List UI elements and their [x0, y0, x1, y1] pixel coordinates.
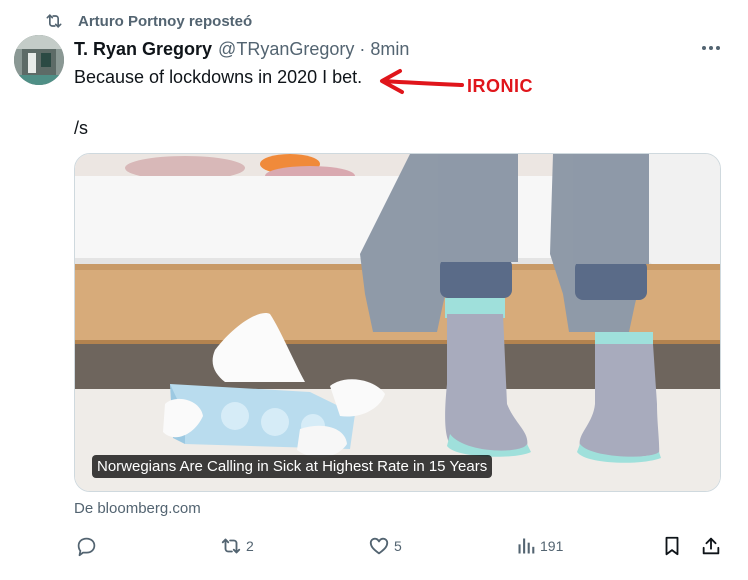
tweet-text-line1: Because of lockdowns in 2020 I bet.: [74, 67, 363, 87]
like-count: 5: [394, 538, 402, 554]
share-icon: [702, 537, 720, 555]
repost-icon: [221, 538, 241, 554]
reply-icon: [77, 537, 96, 556]
avatar[interactable]: [14, 35, 64, 85]
tweet-header: T. Ryan Gregory @TRyanGregory · 8min: [74, 37, 409, 61]
repost-button[interactable]: 2: [220, 534, 254, 558]
views-icon: [518, 538, 535, 554]
tweet-text-line2: /s: [74, 118, 89, 138]
views-count: 191: [540, 538, 564, 554]
bookmark-button[interactable]: [662, 534, 682, 558]
heart-icon: [369, 537, 389, 555]
like-button[interactable]: 5: [368, 534, 402, 558]
more-icon: [702, 46, 720, 50]
annotation-arrow-icon: [380, 69, 464, 94]
annotation-label: IRONIC: [467, 76, 533, 96]
tweet-time[interactable]: · 8min: [359, 39, 409, 60]
card-image: [75, 154, 720, 491]
card-headline[interactable]: Norwegians Are Calling in Sick at Highes…: [92, 455, 493, 478]
repost-label: Arturo Portnoy reposteó: [78, 12, 253, 30]
author-handle[interactable]: @TRyanGregory: [218, 39, 354, 60]
card-source[interactable]: De bloomberg.com: [74, 500, 201, 517]
author-name[interactable]: T. Ryan Gregory: [74, 39, 212, 60]
reply-button[interactable]: [76, 534, 97, 558]
bookmark-icon: [665, 536, 679, 556]
repost-count: 2: [246, 538, 254, 554]
more-options-button[interactable]: [699, 38, 723, 58]
repost-icon: [44, 11, 64, 31]
views-button[interactable]: 191: [516, 534, 563, 558]
share-button[interactable]: [700, 534, 722, 558]
repost-indicator[interactable]: Arturo Portnoy reposteó: [44, 10, 252, 32]
link-card[interactable]: Norwegians Are Calling in Sick at Highes…: [74, 153, 721, 492]
